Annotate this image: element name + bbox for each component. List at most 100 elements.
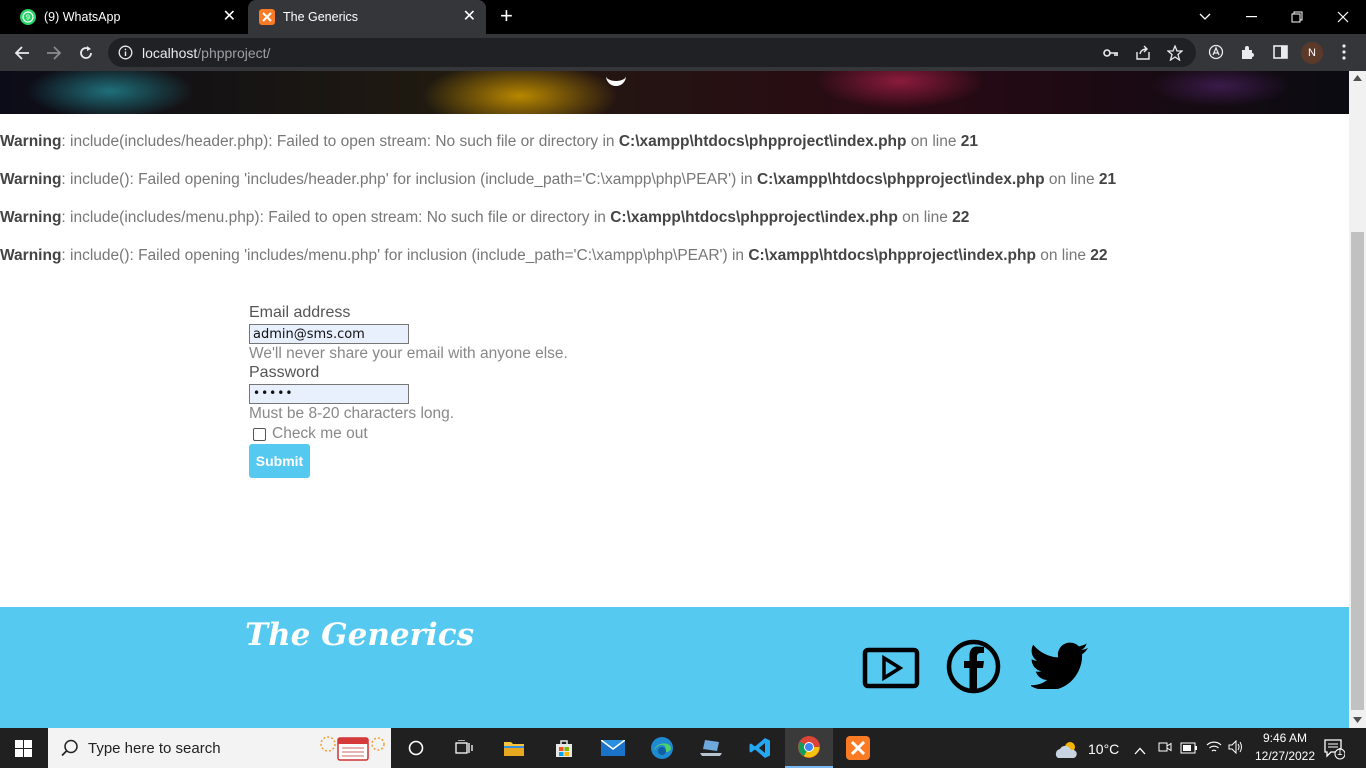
site-info-icon[interactable] xyxy=(118,45,133,65)
warning-label: Warning xyxy=(0,171,62,188)
show-hidden-icons-chevron-icon[interactable] xyxy=(1134,742,1146,760)
url-host: localhost xyxy=(142,45,198,61)
password-help-text: Must be 8-20 characters long. xyxy=(249,405,455,422)
email-label: Email address xyxy=(249,304,351,321)
scrollbar-thumb[interactable] xyxy=(1351,232,1364,710)
file-explorer-icon[interactable] xyxy=(490,728,538,768)
tab-the-generics[interactable]: The Generics ✕ xyxy=(248,0,486,34)
warning-label: Warning xyxy=(0,209,62,226)
taskbar-search-box[interactable]: Type here to search xyxy=(48,728,391,768)
banner-heading-fragment xyxy=(606,65,626,86)
clock-time[interactable]: 9:46 AM xyxy=(1258,731,1312,745)
warning-label: Warning xyxy=(0,133,62,150)
php-warning: Warning: include(includes/menu.php): Fai… xyxy=(0,209,969,227)
extensions-icon[interactable] xyxy=(1239,43,1257,61)
submit-button[interactable]: Submit xyxy=(249,444,310,478)
warning-on-line: on line xyxy=(906,133,961,150)
scroll-down-arrow-icon[interactable] xyxy=(1353,717,1362,723)
warning-on-line: on line xyxy=(1044,171,1099,188)
side-panel-icon[interactable] xyxy=(1271,43,1289,61)
warning-line-number: 22 xyxy=(1090,247,1108,264)
check-me-out-checkbox[interactable] xyxy=(253,428,266,441)
twitter-icon[interactable] xyxy=(1029,642,1089,694)
notification-count-badge: 1 xyxy=(1337,747,1343,758)
microsoft-store-icon[interactable] xyxy=(540,728,588,768)
close-window-button[interactable] xyxy=(1320,0,1366,34)
mail-icon[interactable] xyxy=(589,728,637,768)
profile-avatar[interactable]: N xyxy=(1301,42,1323,64)
warning-line-number: 21 xyxy=(1098,171,1117,188)
task-view-icon[interactable] xyxy=(440,728,488,768)
search-highlight-calendar-icon xyxy=(318,732,386,769)
checkbox-label: Check me out xyxy=(272,425,368,442)
new-tab-button[interactable]: + xyxy=(500,5,513,27)
wifi-icon[interactable] xyxy=(1206,740,1222,759)
meet-now-icon[interactable] xyxy=(1158,740,1172,759)
warning-label: Warning xyxy=(0,247,62,264)
php-warning: Warning: include(includes/header.php): F… xyxy=(0,133,978,151)
menu-kebab-icon[interactable] xyxy=(1335,43,1353,61)
xampp-icon xyxy=(259,9,275,25)
clock-date[interactable]: 12/27/2022 xyxy=(1250,749,1320,763)
browser-tab-strip: 9 (9) WhatsApp ✕ The Generics ✕ + xyxy=(0,0,1366,34)
minimize-button[interactable] xyxy=(1228,0,1274,34)
facebook-icon[interactable] xyxy=(946,639,1001,699)
battery-icon[interactable] xyxy=(1180,741,1198,759)
php-warning: Warning: include(): Failed opening 'incl… xyxy=(0,171,1116,189)
accessibility-icon[interactable] xyxy=(1207,43,1225,61)
key-icon[interactable] xyxy=(1102,44,1120,62)
tab-title: (9) WhatsApp xyxy=(44,10,121,24)
password-field[interactable]: ••••• xyxy=(249,384,409,404)
youtube-icon[interactable] xyxy=(862,647,920,694)
php-warning: Warning: include(): Failed opening 'incl… xyxy=(0,247,1108,265)
address-bar[interactable]: localhost/phpproject/ xyxy=(108,38,1196,67)
hero-banner-image xyxy=(0,71,1349,114)
email-help-text: We'll never share your email with anyone… xyxy=(249,345,568,362)
warning-file: C:\xampp\htdocs\phpproject\index.php xyxy=(610,209,898,226)
cortana-icon[interactable] xyxy=(392,728,440,768)
restore-button[interactable] xyxy=(1274,0,1320,34)
tab-search-icon[interactable] xyxy=(1182,0,1228,34)
vscode-icon[interactable] xyxy=(736,728,784,768)
bookmark-star-icon[interactable] xyxy=(1166,44,1184,62)
footer-brand: The Generics xyxy=(245,617,475,653)
warning-line-number: 21 xyxy=(960,133,979,150)
warning-file: C:\xampp\htdocs\phpproject\index.php xyxy=(756,171,1045,188)
chrome-icon[interactable] xyxy=(785,728,833,768)
warning-message: : include(): Failed opening 'includes/me… xyxy=(61,247,749,264)
warning-message: : include(): Failed opening 'includes/he… xyxy=(61,171,757,188)
tab-whatsapp[interactable]: 9 (9) WhatsApp ✕ xyxy=(0,0,246,34)
warning-message: : include(includes/header.php): Failed t… xyxy=(61,133,619,150)
warning-message: : include(includes/menu.php): Failed to … xyxy=(61,209,611,226)
warning-on-line: on line xyxy=(1035,247,1091,264)
windows-taskbar: Type here to search 10°C 9:46 AM 12/27/2… xyxy=(0,728,1366,768)
url-path: /phpproject/ xyxy=(197,45,271,61)
warning-on-line: on line xyxy=(897,209,953,226)
whatsapp-icon: 9 xyxy=(20,9,36,25)
close-tab-icon[interactable]: ✕ xyxy=(463,9,476,25)
back-button[interactable] xyxy=(10,41,34,65)
site-footer: The Generics xyxy=(0,607,1349,728)
warning-file: C:\xampp\htdocs\phpproject\index.php xyxy=(618,133,907,150)
search-icon xyxy=(61,739,79,762)
volume-icon[interactable] xyxy=(1228,739,1244,759)
svg-text:9: 9 xyxy=(26,15,30,22)
password-label: Password xyxy=(249,364,320,381)
tab-title: The Generics xyxy=(283,10,359,24)
url-text: localhost/phpproject/ xyxy=(142,45,270,61)
xampp-taskbar-icon[interactable] xyxy=(834,728,882,768)
weather-temperature[interactable]: 10°C xyxy=(1088,741,1119,757)
laptop-app-icon[interactable] xyxy=(687,728,735,768)
search-placeholder: Type here to search xyxy=(88,740,221,757)
edge-browser-icon[interactable] xyxy=(638,728,686,768)
scroll-up-arrow-icon[interactable] xyxy=(1353,75,1362,81)
windows-start-icon[interactable] xyxy=(15,740,32,762)
browser-toolbar: localhost/phpproject/ xyxy=(0,34,1366,71)
forward-button[interactable] xyxy=(42,41,66,65)
share-icon[interactable] xyxy=(1134,44,1152,62)
warning-line-number: 22 xyxy=(952,209,970,226)
close-tab-icon[interactable]: ✕ xyxy=(223,9,236,25)
email-field[interactable] xyxy=(249,324,409,344)
reload-button[interactable] xyxy=(74,41,98,65)
weather-cloud-icon[interactable] xyxy=(1054,741,1080,764)
